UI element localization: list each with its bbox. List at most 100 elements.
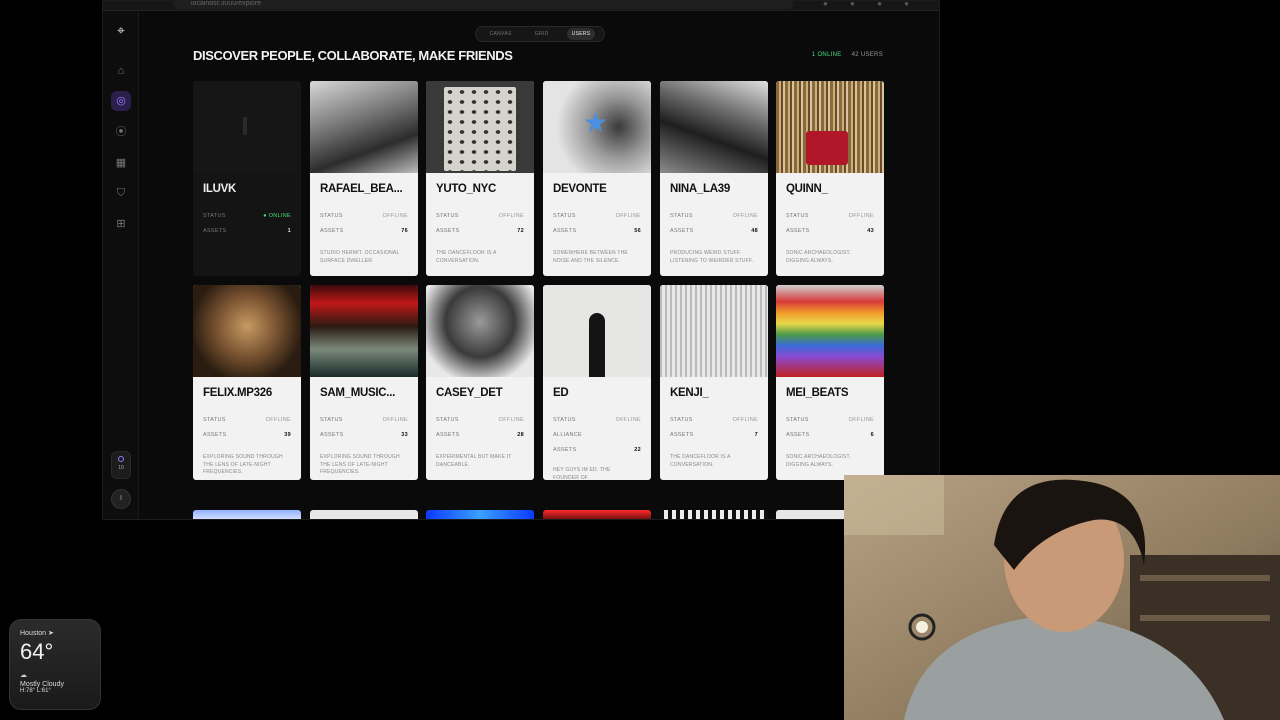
user-name: MEI_BEATS — [786, 387, 849, 399]
user-avatar-image — [426, 81, 534, 173]
user-card[interactable]: SAM_MUSIC... STATUS OFFLINE ASSETS 33 EXPL… — [310, 285, 418, 480]
status-row: STATUS OFFLINE — [320, 417, 408, 423]
user-name: RAFAEL_BEA... — [320, 183, 403, 195]
browser-toolbar: localhost:3000/explore ● ● ● ● — [103, 1, 939, 11]
star-icon: ★ — [583, 107, 609, 138]
assets-count: 39 — [284, 432, 291, 438]
online-count: 1 ONLINE — [811, 52, 842, 58]
user-card[interactable]: ILUVK STATUS ● ONLINE ASSETS 1 — [193, 81, 301, 276]
user-name: SAM_MUSIC... — [320, 387, 395, 399]
assets-row: ASSETS 7 — [670, 432, 758, 438]
assets-row: ASSETS 76 — [320, 228, 408, 234]
logo-icon[interactable]: ⌖ — [114, 23, 128, 37]
status-badge: OFFLINE — [382, 213, 408, 219]
alliance-row: ALLIANCE — [553, 432, 641, 438]
status-badge: OFFLINE — [615, 417, 641, 423]
browser-controls-icon: ● ● ● ● — [823, 0, 919, 8]
status-badge: OFFLINE — [382, 417, 408, 423]
home-icon[interactable]: ⌂ — [114, 64, 128, 78]
view-tabs: CANVAS GRID USERS — [475, 26, 605, 42]
shield-icon[interactable]: ⛉ — [114, 186, 128, 200]
assets-count: 48 — [751, 228, 758, 234]
assets-row: ASSETS 48 — [670, 228, 758, 234]
user-bio: HEY GUYS IM ED. THE FOUNDER OF BOREDMOOD… — [553, 467, 611, 480]
status-badge: OFFLINE — [498, 213, 524, 219]
assets-count: 22 — [634, 447, 641, 453]
user-card[interactable]: ★ DEVONTE STATUS OFFLINE ASSETS 56 SOMEWHE… — [543, 81, 651, 276]
calendar-icon[interactable]: ▦ — [114, 156, 128, 170]
assets-count: 28 — [517, 432, 524, 438]
user-bio: SONIC ARCHAEOLOGIST. DIGGING ALWAYS. — [786, 250, 851, 264]
address-bar[interactable]: localhost:3000/explore — [173, 1, 793, 9]
weather-city: Houston ➤ — [20, 630, 54, 637]
user-bio: THE DANCEFLOOR IS A CONVERSATION. — [436, 250, 497, 264]
status-row: STATUS OFFLINE — [436, 417, 524, 423]
user-name: QUINN_ — [786, 183, 828, 195]
user-avatar-image — [543, 285, 651, 377]
user-avatar-image — [310, 81, 418, 173]
user-card[interactable] — [193, 510, 301, 519]
explore-icon[interactable]: ◎ — [111, 91, 131, 111]
user-name: ED — [553, 387, 569, 399]
user-bio: SOMEWHERE BETWEEN THE NOISE AND THE SILE… — [553, 250, 628, 264]
assets-row: ASSETS 28 — [436, 432, 524, 438]
status-row: STATUS OFFLINE — [786, 417, 874, 423]
user-name: CASEY_DET — [436, 387, 503, 399]
user-name: YUTO_NYC — [436, 183, 497, 195]
assets-row: ASSETS 33 — [320, 432, 408, 438]
user-avatar-image — [776, 81, 884, 173]
assets-row: ASSETS 43 — [786, 228, 874, 234]
status-row: STATUS ● ONLINE — [203, 213, 291, 219]
user-avatar-image — [193, 285, 301, 377]
user-card[interactable]: MEI_BEATS STATUS OFFLINE ASSETS 6 SONIC AR… — [776, 285, 884, 480]
user-name: FELIX.MP326 — [203, 387, 272, 399]
user-bio: EXPERIMENTAL BUT MAKE IT DANCEABLE. — [436, 454, 512, 468]
status-badge: OFFLINE — [615, 213, 641, 219]
user-card[interactable] — [426, 510, 534, 519]
tab-grid[interactable]: GRID — [530, 28, 554, 40]
grid-icon[interactable]: ⊞ — [114, 217, 128, 231]
user-bio: SONIC ARCHAEOLOGIST. DIGGING ALWAYS. — [786, 454, 851, 468]
user-avatar-image — [660, 81, 768, 173]
user-stats: 1 ONLINE 42 USERS — [812, 52, 883, 58]
user-card[interactable]: FELIX.MP326 STATUS OFFLINE ASSETS 39 EXPLO… — [193, 285, 301, 480]
browser-window: localhost:3000/explore ● ● ● ● ⌖ ⌂ ◎ ⦿ ▦… — [102, 0, 940, 520]
assets-row: ASSETS 22 — [553, 447, 641, 453]
user-avatar-image — [193, 81, 301, 173]
status-row: STATUS OFFLINE — [436, 213, 524, 219]
assets-count: 33 — [401, 432, 408, 438]
user-card[interactable]: ED STATUS OFFLINE ALLIANCE ASSETS 22 HEY G… — [543, 285, 651, 480]
assets-label: ASSETS — [203, 228, 227, 234]
weather-temp: 64° — [20, 639, 54, 664]
user-avatar-image — [776, 285, 884, 377]
user-card[interactable]: NINA_LA39 STATUS OFFLINE ASSETS 48 PRODUCI… — [660, 81, 768, 276]
weather-hilo: H:78° L:61° — [20, 688, 51, 694]
status-badge: OFFLINE — [498, 417, 524, 423]
user-card[interactable]: YUTO_NYC STATUS OFFLINE ASSETS 72 THE DANC… — [426, 81, 534, 276]
user-card[interactable]: RAFAEL_BEA... STATUS OFFLINE ASSETS 76 STU… — [310, 81, 418, 276]
avatar[interactable]: I — [111, 489, 131, 509]
status-badge: OFFLINE — [732, 417, 758, 423]
tab-canvas[interactable]: CANVAS — [485, 28, 517, 40]
user-card[interactable]: CASEY_DET STATUS OFFLINE ASSETS 28 EXPERIM… — [426, 285, 534, 480]
user-avatar-image — [426, 285, 534, 377]
status-badge: OFFLINE — [848, 417, 874, 423]
user-card[interactable] — [543, 510, 651, 519]
notifications-button[interactable]: 10 — [111, 451, 131, 479]
broadcast-icon[interactable]: ⦿ — [114, 125, 128, 139]
user-bio: STUDIO HERMIT. OCCASIONAL SURFACE DWELLE… — [320, 250, 400, 264]
user-bio: PRODUCING WEIRD STUFF. LISTENING TO WEIR… — [670, 250, 754, 264]
status-badge: ● ONLINE — [263, 213, 291, 219]
status-row: STATUS OFFLINE — [553, 417, 641, 423]
user-bio: EXPLORING SOUND THROUGH THE LENS OF LATE… — [203, 454, 283, 475]
user-card[interactable]: KENJI_ STATUS OFFLINE ASSETS 7 THE DANCEFL… — [660, 285, 768, 480]
webcam-image — [844, 475, 1280, 720]
notification-count: 10 — [118, 465, 124, 471]
assets-row: ASSETS 39 — [203, 432, 291, 438]
user-card[interactable] — [310, 510, 418, 519]
tab-users[interactable]: USERS — [566, 28, 596, 40]
user-card[interactable] — [660, 510, 768, 519]
cloud-icon: ☁ — [20, 672, 27, 679]
user-avatar-image — [310, 285, 418, 377]
user-card[interactable]: QUINN_ STATUS OFFLINE ASSETS 43 SONIC ARCH… — [776, 81, 884, 276]
